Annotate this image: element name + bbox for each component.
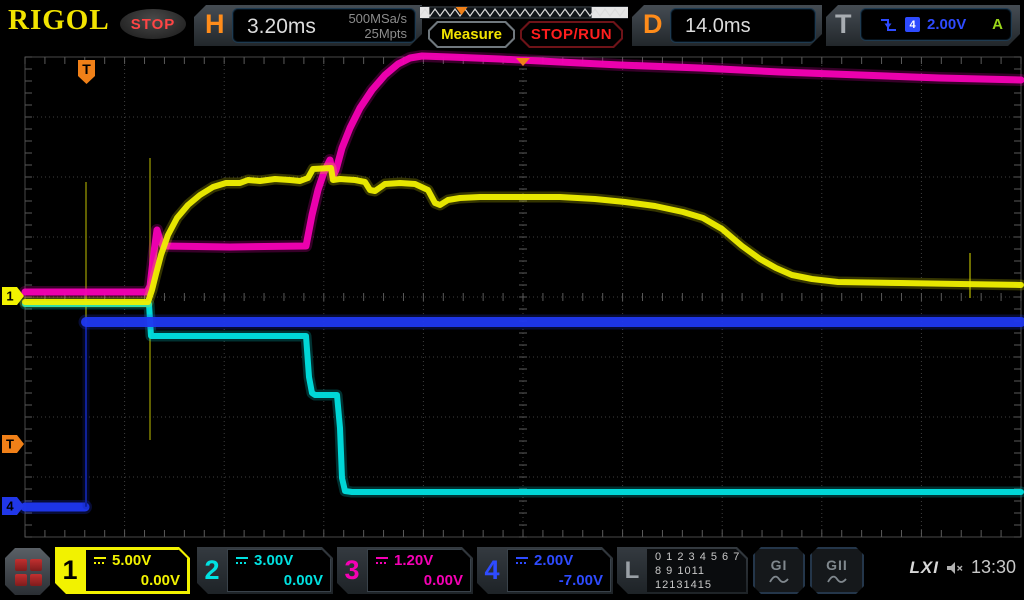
trigger-source-badge: 4 (905, 17, 920, 32)
measure-button[interactable]: Measure (428, 21, 515, 48)
stop-run-button[interactable]: STOP/RUN (520, 21, 623, 48)
channel-1-scale: 5.00V (112, 552, 152, 569)
top-status-bar: RIGOL STOP H 3.20ms 500MSa/s 25Mpts Meas… (0, 0, 1024, 50)
svg-text:T: T (82, 61, 91, 77)
dc-coupling-icon (93, 556, 107, 565)
waveform-display: 1 T 4 T (2, 50, 1024, 538)
generator-1-box[interactable]: GI (753, 547, 805, 594)
bottom-status-bar: 1 5.00V 0.00V 2 3.00V 0.00V 3 1.20V 0.00… (0, 545, 1024, 600)
falling-edge-icon (879, 17, 898, 33)
acquisition-info: 500MSa/s 25Mpts (348, 11, 407, 41)
stop-run-button-face: STOP/RUN (522, 23, 621, 46)
dc-coupling-icon (375, 556, 389, 565)
channel-2-panel: 3.00V 0.00V (227, 549, 331, 592)
logic-channel-list: 0 1 2 3 4 5 6 7 8 9 1011 12131415 (647, 549, 746, 592)
rigol-logo: RIGOL (8, 4, 110, 36)
measure-button-face: Measure (430, 23, 513, 46)
generator-2-box[interactable]: GII (810, 547, 864, 594)
horizontal-settings-box[interactable]: H 3.20ms 500MSa/s 25Mpts (194, 5, 422, 46)
trigger-level-value: 2.00V (927, 16, 967, 33)
stop-run-button-label: STOP/RUN (530, 26, 613, 43)
channel-4-panel: 2.00V -7.00V (507, 549, 611, 592)
channel-3-panel: 1.20V 0.00V (367, 549, 471, 592)
run-state-label: STOP (130, 15, 176, 33)
delay-value: 14.0ms (685, 15, 751, 37)
measure-button-label: Measure (441, 26, 502, 43)
delay-settings-box[interactable]: D 14.0ms (632, 5, 822, 46)
channel-4-number: 4 (484, 555, 500, 585)
sine-wave-icon (826, 573, 848, 585)
logic-row-1: 0 1 2 3 4 5 6 7 (655, 550, 741, 563)
sine-wave-icon (768, 573, 790, 585)
channel-1-panel: 5.00V 0.00V (85, 549, 188, 592)
menu-button[interactable] (5, 548, 50, 595)
channel-2-scale: 3.00V (254, 552, 294, 569)
speaker-muted-icon[interactable] (946, 561, 964, 575)
channel-4-box[interactable]: 4 2.00V -7.00V (477, 547, 613, 594)
memory-position-bar[interactable] (420, 6, 628, 19)
lxi-indicator: LXI (909, 557, 939, 577)
channel-1-box[interactable]: 1 5.00V 0.00V (55, 547, 190, 594)
logic-analyzer-box[interactable]: L 0 1 2 3 4 5 6 7 8 9 1011 12131415 (617, 547, 748, 594)
delay-lcd: 14.0ms (670, 8, 816, 43)
channel-4-scale: 2.00V (534, 552, 574, 569)
generator-2-label: GII (826, 556, 848, 573)
trigger-settings-box[interactable]: T 4 2.00V A (826, 5, 1020, 46)
channel-3-offset: 0.00V (423, 572, 463, 589)
logic-analyzer-label: L (624, 556, 640, 584)
channel-4-offset: -7.00V (558, 572, 603, 589)
generator-1-label: GI (770, 556, 788, 573)
svg-text:1: 1 (6, 289, 13, 304)
trigger-badge: T (835, 9, 852, 39)
channel-2-offset: 0.00V (283, 572, 323, 589)
run-state-indicator[interactable]: STOP (120, 9, 186, 39)
sample-rate: 500MSa/s (348, 11, 407, 26)
channel-1-offset: 0.00V (140, 572, 180, 589)
delay-badge: D (643, 9, 663, 39)
channel-3-number: 3 (344, 555, 360, 585)
trigger-sweep-mode: A (992, 16, 1003, 33)
trigger-lcd: 4 2.00V A (860, 8, 1012, 41)
channel-3-scale: 1.20V (394, 552, 434, 569)
horizontal-badge: H (205, 9, 225, 39)
svg-text:T: T (6, 437, 14, 452)
channel-2-box[interactable]: 2 3.00V 0.00V (197, 547, 333, 594)
channel-3-box[interactable]: 3 1.20V 0.00V (337, 547, 473, 594)
menu-grid-icon (15, 559, 41, 585)
timebase-value: 3.20ms (247, 15, 316, 38)
dc-coupling-icon (235, 556, 249, 565)
logic-row-2: 8 9 1011 12131415 (655, 564, 712, 591)
channel-1-number: 1 (62, 555, 78, 585)
clock: 13:30 (970, 557, 1016, 577)
dc-coupling-icon (515, 556, 529, 565)
channel-2-number: 2 (204, 555, 220, 585)
memory-depth: 25Mpts (364, 26, 407, 41)
svg-text:4: 4 (6, 499, 14, 514)
horizontal-lcd: 3.20ms 500MSa/s 25Mpts (232, 8, 416, 43)
